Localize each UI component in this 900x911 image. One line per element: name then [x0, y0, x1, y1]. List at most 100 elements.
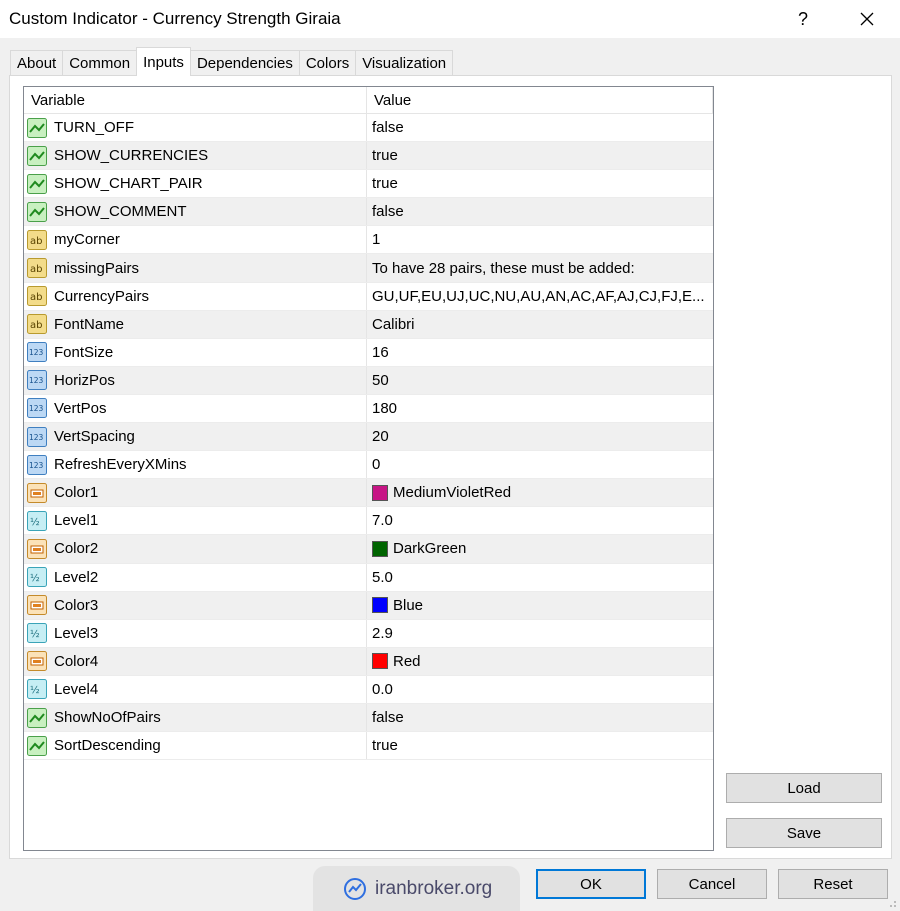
value-cell[interactable]: true — [367, 732, 713, 759]
variable-name: Level1 — [54, 512, 99, 530]
inputs-grid: Variable Value TURN_OFF false SHOW_CURRENC… — [23, 86, 714, 851]
variable-name: Level2 — [54, 568, 99, 586]
value-cell[interactable]: false — [367, 198, 713, 225]
table-row[interactable]: SHOW_CURRENCIES true — [24, 142, 713, 171]
value-cell[interactable]: To have 28 pairs, these must be added: — [367, 254, 713, 281]
value-cell[interactable]: false — [367, 114, 713, 141]
value-cell[interactable]: Calibri — [367, 311, 713, 338]
variable-name: HorizPos — [54, 371, 115, 389]
cancel-button[interactable]: Cancel — [657, 869, 767, 899]
value-cell[interactable]: 180 — [367, 395, 713, 422]
tab-dependencies[interactable]: Dependencies — [189, 50, 300, 76]
value-cell[interactable]: 0 — [367, 451, 713, 478]
value-cell[interactable]: true — [367, 170, 713, 197]
table-row[interactable]: Color1 MediumVioletRed — [24, 479, 713, 508]
watermark-logo: iranbroker.org — [313, 866, 520, 911]
inputs-panel: Variable Value TURN_OFF false SHOW_CURRENC… — [9, 75, 892, 859]
variable-value: To have 28 pairs, these must be added: — [372, 259, 635, 277]
table-row[interactable]: 123 HorizPos 50 — [24, 366, 713, 395]
table-row[interactable]: ab FontName Calibri — [24, 310, 713, 339]
tab-visualization[interactable]: Visualization — [355, 50, 454, 76]
table-row[interactable]: ½ Level1 7.0 — [24, 507, 713, 536]
title-bar: Custom Indicator - Currency Strength Gir… — [0, 0, 900, 38]
value-cell[interactable]: 0.0 — [367, 676, 713, 703]
int-icon: 123 — [27, 342, 47, 363]
svg-text:ab: ab — [30, 292, 42, 303]
table-row[interactable]: ab myCorner 1 — [24, 226, 713, 255]
grid-rows: TURN_OFF false SHOW_CURRENCIES true SHOW_CHA… — [24, 114, 713, 761]
variable-value: GU,UF,EU,UJ,UC,NU,AU,AN,AC,AF,AJ,CJ,FJ,E… — [372, 287, 705, 305]
value-cell[interactable]: MediumVioletRed — [367, 479, 713, 506]
variable-cell: 123 VertPos — [24, 394, 367, 423]
value-cell[interactable]: 2.9 — [367, 620, 713, 647]
variable-name: Level4 — [54, 680, 99, 698]
table-row[interactable]: ab missingPairs To have 28 pairs, these mu… — [24, 254, 713, 283]
ok-button[interactable]: OK — [536, 869, 646, 899]
table-row[interactable]: TURN_OFF false — [24, 114, 713, 143]
tab-colors[interactable]: Colors — [298, 50, 357, 76]
int-icon: 123 — [27, 426, 47, 447]
table-row[interactable]: Color3 Blue — [24, 591, 713, 620]
svg-text:½: ½ — [30, 628, 40, 640]
color-icon — [27, 482, 47, 503]
value-cell[interactable]: false — [367, 704, 713, 731]
table-row[interactable]: Color2 DarkGreen — [24, 535, 713, 564]
value-cell[interactable]: 7.0 — [367, 507, 713, 534]
value-cell[interactable]: Red — [367, 648, 713, 675]
value-cell[interactable]: 1 — [367, 226, 713, 253]
value-cell[interactable]: Blue — [367, 592, 713, 619]
variable-value: 5.0 — [372, 568, 393, 586]
close-button[interactable] — [844, 0, 890, 38]
tab-strip: About Common Inputs Dependencies Colors … — [10, 47, 454, 76]
variable-cell: ab myCorner — [24, 226, 367, 254]
table-row[interactable]: ½ Level4 0.0 — [24, 675, 713, 704]
variable-value: Calibri — [372, 315, 415, 333]
tab-about[interactable]: About — [10, 50, 64, 76]
table-row[interactable]: 123 FontSize 16 — [24, 338, 713, 367]
double-icon: ½ — [27, 510, 47, 531]
int-icon: 123 — [27, 454, 47, 475]
variable-name: VertPos — [54, 399, 107, 417]
table-row[interactable]: ½ Level2 5.0 — [24, 563, 713, 592]
table-row[interactable]: ShowNoOfPairs false — [24, 703, 713, 733]
variable-name: SortDescending — [54, 737, 161, 755]
reset-button[interactable]: Reset — [778, 869, 888, 899]
table-row[interactable]: SortDescending true — [24, 732, 713, 761]
value-cell[interactable]: 20 — [367, 423, 713, 450]
variable-cell: Color1 — [24, 479, 367, 507]
double-icon: ½ — [27, 567, 47, 588]
variable-cell: Color2 — [24, 535, 367, 563]
variable-cell: ab FontName — [24, 310, 367, 338]
svg-text:ab: ab — [30, 320, 42, 331]
load-button[interactable]: Load — [726, 773, 882, 803]
variable-cell: ½ Level3 — [24, 619, 367, 647]
variable-name: Color1 — [54, 484, 99, 502]
value-cell[interactable]: 5.0 — [367, 564, 713, 591]
column-header-variable[interactable]: Variable — [24, 87, 367, 114]
resize-grip-icon[interactable] — [886, 897, 898, 909]
column-header-value[interactable]: Value — [367, 87, 713, 114]
variable-value: true — [372, 147, 398, 165]
table-row[interactable]: SHOW_CHART_PAIR true — [24, 170, 713, 199]
value-cell[interactable]: true — [367, 142, 713, 169]
tab-inputs[interactable]: Inputs — [136, 47, 191, 76]
table-row[interactable]: 123 RefreshEveryXMins 0 — [24, 451, 713, 480]
table-row[interactable]: SHOW_COMMENT false — [24, 198, 713, 227]
tab-common[interactable]: Common — [62, 50, 138, 76]
table-row[interactable]: Color4 Red — [24, 647, 713, 676]
value-cell[interactable]: 16 — [367, 339, 713, 366]
value-cell[interactable]: 50 — [367, 367, 713, 394]
table-row[interactable]: 123 VertSpacing 20 — [24, 423, 713, 452]
value-cell[interactable]: DarkGreen — [367, 535, 713, 562]
variable-cell: Color3 — [24, 591, 367, 619]
save-button[interactable]: Save — [726, 818, 882, 848]
variable-value: 20 — [372, 428, 389, 446]
value-cell[interactable]: GU,UF,EU,UJ,UC,NU,AU,AN,AC,AF,AJ,CJ,FJ,E… — [367, 283, 713, 310]
table-row[interactable]: ½ Level3 2.9 — [24, 619, 713, 648]
help-button[interactable]: ? — [780, 0, 826, 38]
variable-value: 2.9 — [372, 624, 393, 642]
table-row[interactable]: 123 VertPos 180 — [24, 394, 713, 424]
variable-name: FontSize — [54, 343, 114, 361]
table-row[interactable]: ab CurrencyPairs GU,UF,EU,UJ,UC,NU,AU,AN,A… — [24, 282, 713, 311]
variable-value: 0.0 — [372, 680, 393, 698]
